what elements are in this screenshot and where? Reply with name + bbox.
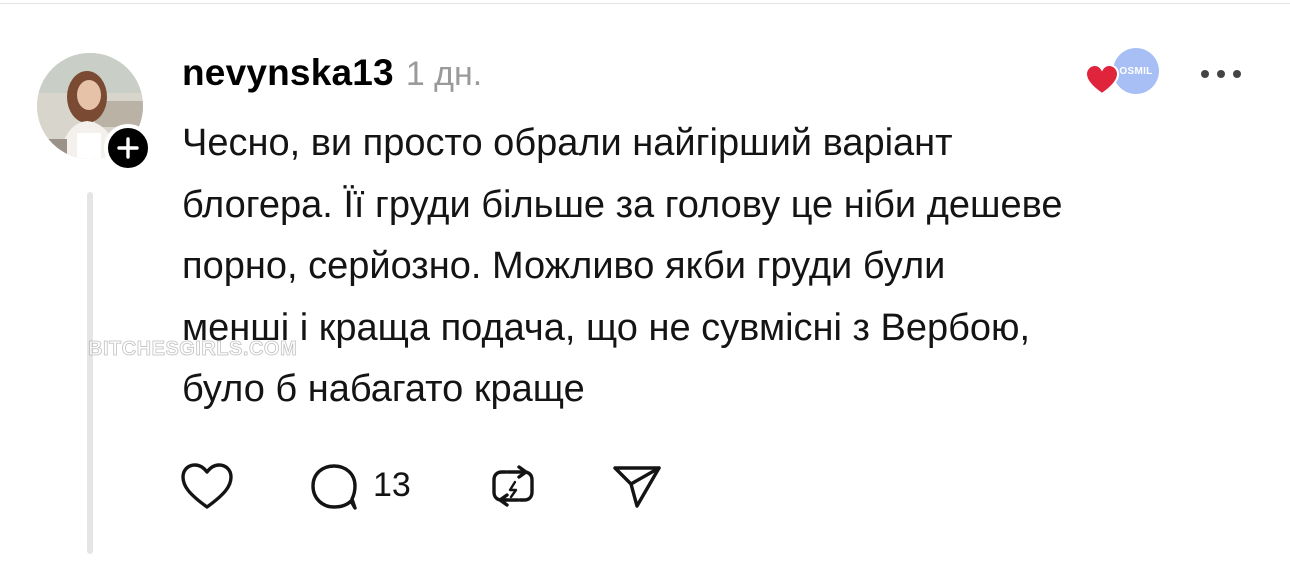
username[interactable]: nevynska13 (182, 52, 394, 94)
heart-outline-icon (181, 463, 233, 509)
reply-count: 13 (373, 466, 411, 504)
thread-line (87, 192, 93, 554)
reaction-badge: OSMIL (1113, 48, 1159, 94)
plus-icon (117, 137, 139, 159)
like-button[interactable] (180, 462, 234, 517)
comment-icon (311, 464, 357, 510)
post-body: Чесно, ви просто обрали найгірший варіан… (182, 113, 1272, 421)
repost-button[interactable] (486, 462, 540, 517)
share-button[interactable] (610, 462, 664, 517)
reply-button[interactable] (308, 462, 362, 517)
follow-button[interactable] (104, 124, 152, 172)
timestamp: 1 дн. (405, 55, 483, 93)
post-header: nevynska13 1 дн. (182, 52, 482, 100)
reactions-indicator[interactable]: OSMIL (1085, 48, 1165, 100)
post-text-line: було б набагато краще (182, 368, 585, 410)
send-icon (613, 466, 661, 508)
post-text-line: блогера. Її груди більше за голову це ні… (182, 183, 1063, 226)
post-text-line: Чесно, ви просто обрали найгірший варіан… (182, 122, 953, 164)
heart-icon (1085, 64, 1119, 96)
post-text-line: порно, серйозно. Можливо якби груди були (182, 245, 946, 287)
top-divider (0, 3, 1290, 4)
more-dots-icon (1201, 70, 1241, 78)
watermark: BITCHESGIRLS.COM (88, 338, 298, 361)
repost-icon (492, 465, 534, 507)
more-options-button[interactable] (1197, 56, 1245, 92)
post-text-line: менші і краща подача, що не сувмісні з В… (182, 306, 1031, 349)
